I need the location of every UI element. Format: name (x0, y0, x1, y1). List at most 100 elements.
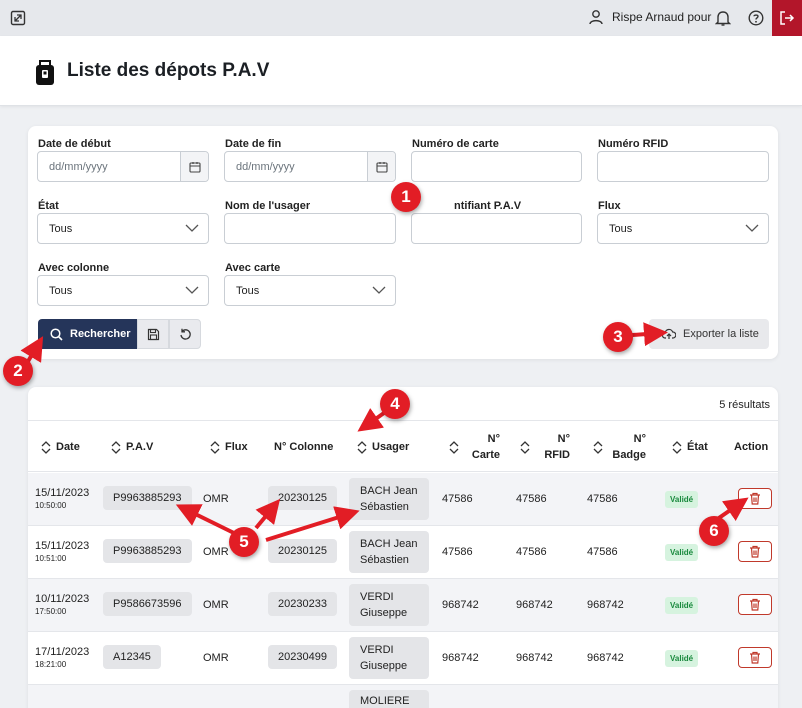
save-filters-button[interactable] (137, 319, 169, 349)
flux-label: Flux (598, 200, 621, 212)
delete-button[interactable] (738, 647, 772, 668)
flux-select[interactable]: Tous (597, 213, 769, 244)
sort-icon (593, 440, 603, 454)
etat-select[interactable]: Tous (37, 213, 209, 244)
status-badge: Validé (665, 597, 699, 614)
filters-panel: Date de début dd/mm/yyyy Date de fin dd/… (28, 126, 778, 359)
help-icon[interactable] (748, 10, 764, 26)
delete-button[interactable] (738, 541, 772, 562)
row-flux: OMR (203, 493, 229, 505)
date-fin-calendar-button[interactable] (367, 152, 395, 181)
row-usager: BACH Jean Sébastien (349, 478, 429, 520)
results-count: 5 résultats (719, 399, 770, 411)
column-header-date[interactable]: Date (41, 439, 80, 455)
column-header-flux[interactable]: Flux (210, 439, 248, 455)
column-header-usager[interactable]: Usager (357, 439, 409, 455)
calendar-icon (375, 161, 388, 173)
avec-colonne-select[interactable]: Tous (37, 275, 209, 306)
top-bar: Rispe Arnaud pour (0, 0, 802, 36)
table-row: 17/11/2023 18:21:00 A12345 OMR 20230499 V… (28, 632, 778, 685)
trash-icon (750, 545, 760, 558)
cloud-upload-icon (662, 328, 676, 339)
export-list-button[interactable]: Exporter la liste (649, 319, 769, 349)
annotation-badge-6: 6 (699, 516, 729, 546)
avec-colonne-value: Tous (49, 285, 73, 297)
nom-usager-input[interactable] (224, 213, 396, 244)
sort-icon (210, 440, 220, 454)
bell-icon[interactable] (715, 9, 731, 27)
date-debut-label: Date de début (38, 138, 111, 150)
delete-button[interactable] (738, 488, 772, 509)
row-pav: P9586673596 (103, 592, 192, 616)
annotation-badge-2: 2 (3, 356, 33, 386)
row-rfid: 47586 (516, 546, 547, 558)
column-header-etat[interactable]: État (672, 439, 708, 455)
date-debut-input[interactable]: dd/mm/yyyy (37, 151, 209, 182)
row-carte: 47586 (442, 546, 473, 558)
sort-icon (357, 440, 367, 454)
sort-icon (111, 440, 121, 454)
column-header-colonne: N° Colonne (274, 441, 334, 453)
date-debut-placeholder: dd/mm/yyyy (49, 161, 108, 173)
column-header-rfid[interactable]: N° RFID (520, 431, 570, 463)
status-badge: Validé (665, 491, 699, 508)
avec-carte-label: Avec carte (225, 262, 281, 274)
avec-carte-value: Tous (236, 285, 260, 297)
row-pav: A12345 (103, 645, 161, 669)
numero-carte-label: Numéro de carte (412, 138, 499, 150)
sort-icon (520, 440, 530, 454)
avec-carte-select[interactable]: Tous (224, 275, 396, 306)
delete-button[interactable] (738, 594, 772, 615)
date-debut-calendar-button[interactable] (180, 152, 208, 181)
row-usager: BACH Jean Sébastien (349, 531, 429, 573)
logout-button[interactable] (772, 0, 802, 36)
chevron-down-icon (185, 224, 199, 232)
row-usager: VERDI Giuseppe (349, 637, 429, 679)
row-badge: 47586 (587, 493, 618, 505)
column-header-action: Action (734, 441, 769, 453)
trash-icon (750, 651, 760, 664)
table-row: 15/11/2023 10:51:00 P9963885293 OMR 20230… (28, 526, 778, 579)
search-button-label: Rechercher (70, 328, 131, 340)
user-menu[interactable]: Rispe Arnaud pour (588, 9, 711, 25)
row-carte: 47586 (442, 493, 473, 505)
reset-filters-button[interactable] (169, 319, 201, 349)
numero-rfid-label: Numéro RFID (598, 138, 669, 150)
row-date: 17/11/2023 18:21:00 (35, 646, 90, 669)
table-row: 15/11/2023 10:50:00 P9963885293 OMR 20230… (28, 473, 778, 526)
row-rfid: 968742 (516, 652, 553, 664)
expand-icon[interactable] (10, 10, 26, 26)
row-flux: OMR (203, 652, 229, 664)
status-badge: Validé (665, 544, 699, 561)
user-name: Rispe Arnaud pour (612, 10, 712, 24)
annotation-badge-4: 4 (380, 389, 410, 419)
chevron-down-icon (185, 286, 199, 294)
column-header-carte[interactable]: N° Carte (449, 431, 500, 463)
row-carte: 968742 (442, 652, 479, 664)
row-colonne: 20230233 (268, 592, 337, 616)
etat-label: État (38, 200, 59, 212)
annotation-badge-3: 3 (603, 322, 633, 352)
identifiant-pav-input[interactable] (411, 213, 582, 244)
row-flux: OMR (203, 599, 229, 611)
numero-rfid-input[interactable] (597, 151, 769, 182)
numero-carte-input[interactable] (411, 151, 582, 182)
row-colonne: 20230125 (268, 539, 337, 563)
search-button[interactable]: Rechercher (38, 319, 137, 349)
sort-icon (41, 440, 51, 454)
row-colonne: 20230499 (268, 645, 337, 669)
avec-colonne-label: Avec colonne (38, 262, 110, 274)
row-flux: OMR (203, 546, 229, 558)
date-fin-input[interactable]: dd/mm/yyyy (224, 151, 396, 182)
row-badge: 47586 (587, 546, 618, 558)
row-pav: P9963885293 (103, 486, 192, 510)
trash-icon (750, 492, 760, 505)
row-badge: 968742 (587, 599, 624, 611)
row-date: 15/11/2023 10:51:00 (35, 540, 90, 563)
column-header-pav[interactable]: P.A.V (111, 439, 153, 455)
row-rfid: 47586 (516, 493, 547, 505)
save-icon (147, 328, 159, 340)
column-header-badge[interactable]: N° Badge (593, 431, 646, 463)
row-date: 15/11/2023 10:50:00 (35, 487, 90, 510)
etat-value: Tous (49, 223, 73, 235)
